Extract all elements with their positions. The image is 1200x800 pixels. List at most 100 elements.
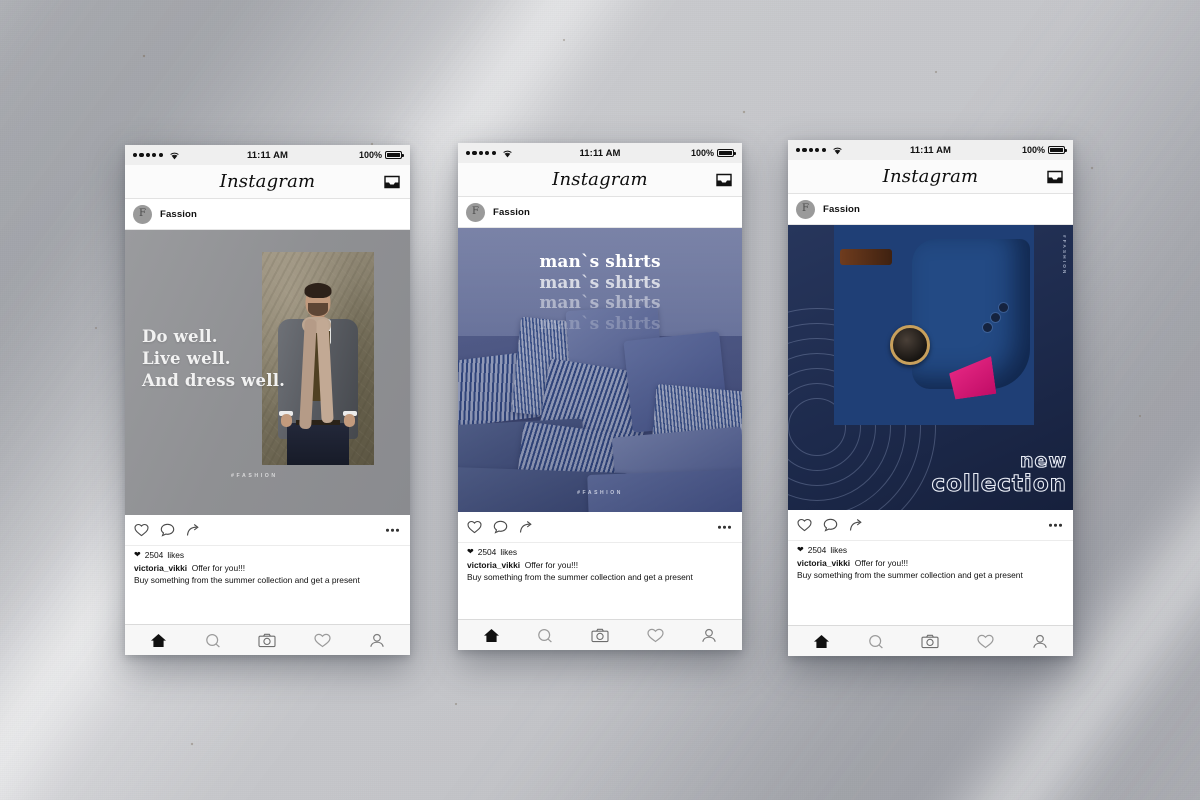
inbox-icon[interactable]: [716, 173, 732, 186]
comment-bubble-icon[interactable]: [160, 523, 175, 537]
instagram-logo: Instagram: [219, 170, 316, 192]
share-arrow-icon[interactable]: [849, 518, 864, 532]
instagram-logo: Instagram: [882, 165, 979, 187]
post-3-hashtag: #FASHION: [1062, 235, 1067, 276]
status-bar: 11:11 AM 100%: [788, 140, 1073, 160]
status-bar-time: 11:11 AM: [909, 144, 952, 156]
activity-heart-icon[interactable]: [314, 633, 331, 648]
more-options-icon[interactable]: [1049, 523, 1062, 527]
likes-row: ❤ 2504 likes: [797, 545, 1064, 555]
avatar[interactable]: F: [133, 204, 152, 224]
search-icon[interactable]: [537, 628, 553, 643]
photo-wristwatch: [890, 325, 930, 365]
app-tabbar: [788, 625, 1073, 656]
comment-bubble-icon[interactable]: [823, 518, 838, 532]
filled-heart-icon: ❤: [134, 550, 141, 559]
avatar[interactable]: F: [466, 202, 485, 222]
post-2-headline: man`s shirts man`s shirts man`s shirts m…: [458, 252, 742, 335]
post-1-headline: Do well. Live well. And dress well.: [142, 326, 357, 391]
instagram-logo: Instagram: [552, 168, 648, 190]
caption-first-line: victoria_vikki Offer for you!!!: [134, 563, 401, 573]
share-arrow-icon[interactable]: [186, 523, 201, 537]
inbox-icon[interactable]: [384, 175, 400, 188]
home-icon[interactable]: [813, 634, 830, 649]
photo-belt: [840, 249, 892, 265]
post-header[interactable]: F Fassion: [125, 199, 410, 230]
status-bar-time: 11:11 AM: [579, 147, 621, 159]
post-1-headline-line-2: Live well.: [142, 348, 231, 368]
app-tabbar: [458, 619, 742, 650]
app-navbar: Instagram: [788, 160, 1073, 194]
account-username[interactable]: Fassion: [160, 209, 197, 220]
post-3-headline: new collection: [931, 450, 1068, 497]
heart-icon[interactable]: [467, 520, 482, 534]
camera-icon[interactable]: [591, 628, 609, 643]
filled-heart-icon: ❤: [467, 547, 474, 556]
status-bar: 11:11 AM 100%: [125, 145, 410, 165]
heart-icon[interactable]: [797, 518, 812, 532]
activity-heart-icon[interactable]: [646, 628, 664, 643]
share-arrow-icon[interactable]: [519, 520, 534, 534]
caption-author[interactable]: victoria_vikki: [797, 558, 850, 568]
camera-icon[interactable]: [921, 634, 940, 649]
app-tabbar: [125, 624, 410, 655]
post-media-2[interactable]: man`s shirts man`s shirts man`s shirts m…: [458, 228, 742, 512]
post-2-headline-line-1: man`s shirts: [539, 252, 661, 272]
home-icon[interactable]: [150, 633, 167, 648]
post-media-3[interactable]: #FASHION new collection: [788, 225, 1073, 510]
account-username[interactable]: Fassion: [823, 204, 860, 215]
caption-first-line: victoria_vikki Offer for you!!!: [467, 560, 733, 570]
app-navbar: Instagram: [458, 163, 742, 197]
caption-body: Buy something from the summer collection…: [797, 570, 1023, 580]
profile-icon[interactable]: [369, 633, 385, 648]
post-2-headline-line-3: man`s shirts: [539, 293, 661, 314]
post-header[interactable]: F Fassion: [788, 194, 1073, 225]
post-1-headline-line-3: And dress well.: [142, 370, 286, 390]
caption-author[interactable]: victoria_vikki: [134, 563, 187, 573]
post-header[interactable]: F Fassion: [458, 197, 742, 228]
likes-count: 2504: [807, 545, 827, 555]
post-3-photo: [834, 225, 1034, 425]
search-icon[interactable]: [205, 633, 221, 648]
caption-headline: Offer for you!!!: [191, 563, 246, 573]
caption-first-line: victoria_vikki Offer for you!!!: [797, 558, 1064, 568]
likes-row: ❤ 2504 likes: [134, 550, 401, 560]
heart-icon[interactable]: [134, 523, 149, 537]
post-action-bar: [125, 515, 410, 545]
profile-icon[interactable]: [1032, 634, 1048, 649]
camera-icon[interactable]: [258, 633, 277, 648]
likes-count: 2504: [144, 550, 164, 560]
post-caption: ❤ 2504 likes victoria_vikki Offer for yo…: [458, 542, 742, 619]
post-3-headline-line-2: collection: [931, 471, 1067, 497]
post-3-headline-line-1: new: [1019, 450, 1067, 472]
post-1-headline-line-1: Do well.: [142, 327, 218, 346]
likes-count: 2504: [477, 547, 497, 557]
caption-author[interactable]: victoria_vikki: [467, 560, 520, 570]
likes-row: ❤ 2504 likes: [467, 547, 733, 557]
phone-mockup-3: 11:11 AM 100% Instagram F Fassion #FASHI…: [788, 140, 1073, 656]
post-caption: ❤ 2504 likes victoria_vikki Offer for yo…: [788, 540, 1073, 625]
post-action-bar: [788, 510, 1073, 540]
more-options-icon[interactable]: [718, 525, 731, 529]
activity-heart-icon[interactable]: [977, 634, 994, 649]
profile-icon[interactable]: [701, 628, 717, 643]
post-2-hashtag: #FASHION: [577, 490, 623, 496]
post-media-1[interactable]: Do well. Live well. And dress well. #FAS…: [125, 230, 410, 515]
photo-cuff-button-1: [999, 303, 1008, 312]
phone-mockup-2: 11:11 AM 100% Instagram F Fassion man`s …: [458, 143, 742, 650]
caption-body: Buy something from the summer collection…: [134, 575, 360, 585]
status-bar: 11:11 AM 100%: [458, 143, 742, 163]
account-username[interactable]: Fassion: [493, 207, 530, 218]
avatar[interactable]: F: [796, 199, 815, 219]
likes-label: likes: [830, 545, 848, 555]
inbox-icon[interactable]: [1047, 170, 1063, 183]
likes-label: likes: [500, 547, 518, 557]
more-options-icon[interactable]: [386, 528, 399, 532]
post-2-headline-line-4: man`s shirts: [539, 314, 661, 335]
phone-mockup-1: 11:11 AM 100% Instagram F Fassion Do wel…: [125, 145, 410, 655]
comment-bubble-icon[interactable]: [493, 520, 508, 534]
search-icon[interactable]: [868, 634, 884, 649]
home-icon[interactable]: [483, 628, 500, 643]
likes-label: likes: [167, 550, 185, 560]
battery-icon: [385, 150, 404, 160]
